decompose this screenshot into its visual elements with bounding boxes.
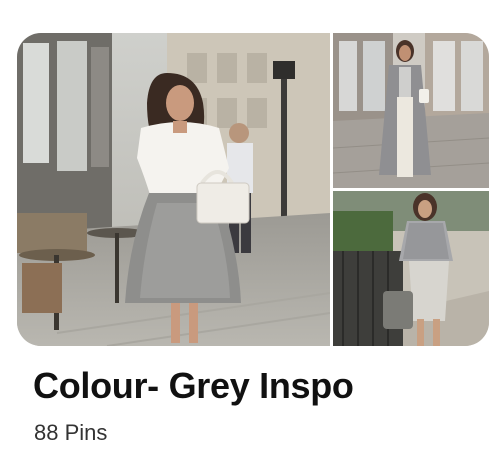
cover-photo-bottom-right[interactable] — [333, 191, 489, 346]
woman-grey-coat-photo — [333, 33, 489, 188]
woman-grey-pencil-skirt-photo — [333, 191, 489, 346]
cover-photo-main[interactable] — [17, 33, 330, 346]
board-card[interactable]: Colour- Grey Inspo 88 Pins — [0, 0, 504, 470]
woman-grey-skirt-photo — [17, 33, 330, 346]
board-cover-collage[interactable] — [17, 33, 489, 346]
pin-count: 88 Pins — [34, 420, 108, 445]
board-title[interactable]: Colour- Grey Inspo — [33, 362, 354, 410]
cover-photo-top-right[interactable] — [333, 33, 489, 188]
